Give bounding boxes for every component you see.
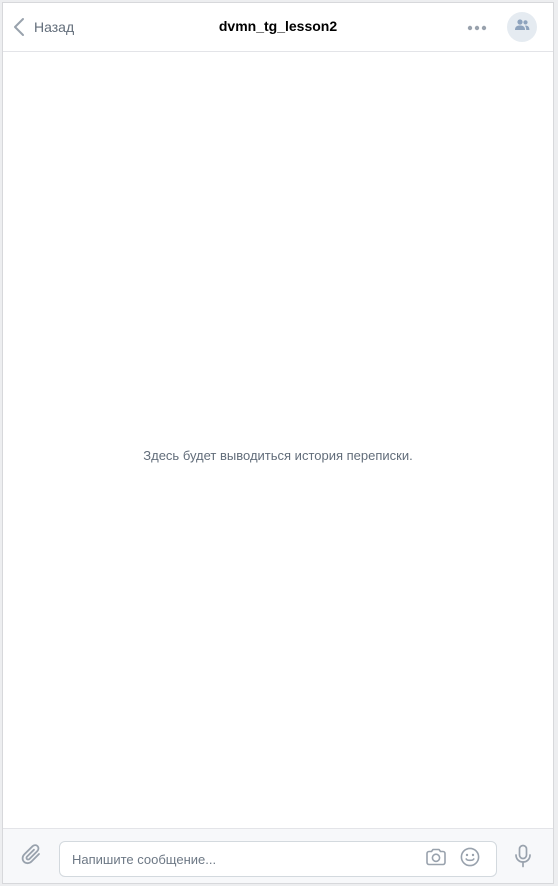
camera-icon: [425, 848, 447, 871]
attach-button[interactable]: [19, 843, 45, 872]
group-people-icon: [514, 18, 530, 36]
emoji-button[interactable]: [458, 847, 482, 872]
more-dots-icon: [467, 18, 487, 36]
chat-header: Назад dvmn_tg_lesson2: [3, 3, 553, 52]
message-composer: [3, 828, 553, 883]
chat-avatar[interactable]: [507, 12, 537, 42]
voice-message-button[interactable]: [511, 844, 535, 873]
microphone-icon: [514, 844, 532, 873]
message-input[interactable]: [72, 842, 402, 876]
chat-window: Назад dvmn_tg_lesson2 Здесь будет выводи…: [2, 2, 554, 884]
paperclip-icon: [21, 843, 43, 872]
message-input-box: [59, 841, 497, 877]
more-button[interactable]: [465, 17, 489, 37]
message-history: Здесь будет выводиться история переписки…: [3, 52, 553, 829]
smile-icon: [460, 847, 480, 872]
camera-button[interactable]: [424, 848, 448, 870]
empty-history-text: Здесь будет выводиться история переписки…: [143, 448, 413, 463]
